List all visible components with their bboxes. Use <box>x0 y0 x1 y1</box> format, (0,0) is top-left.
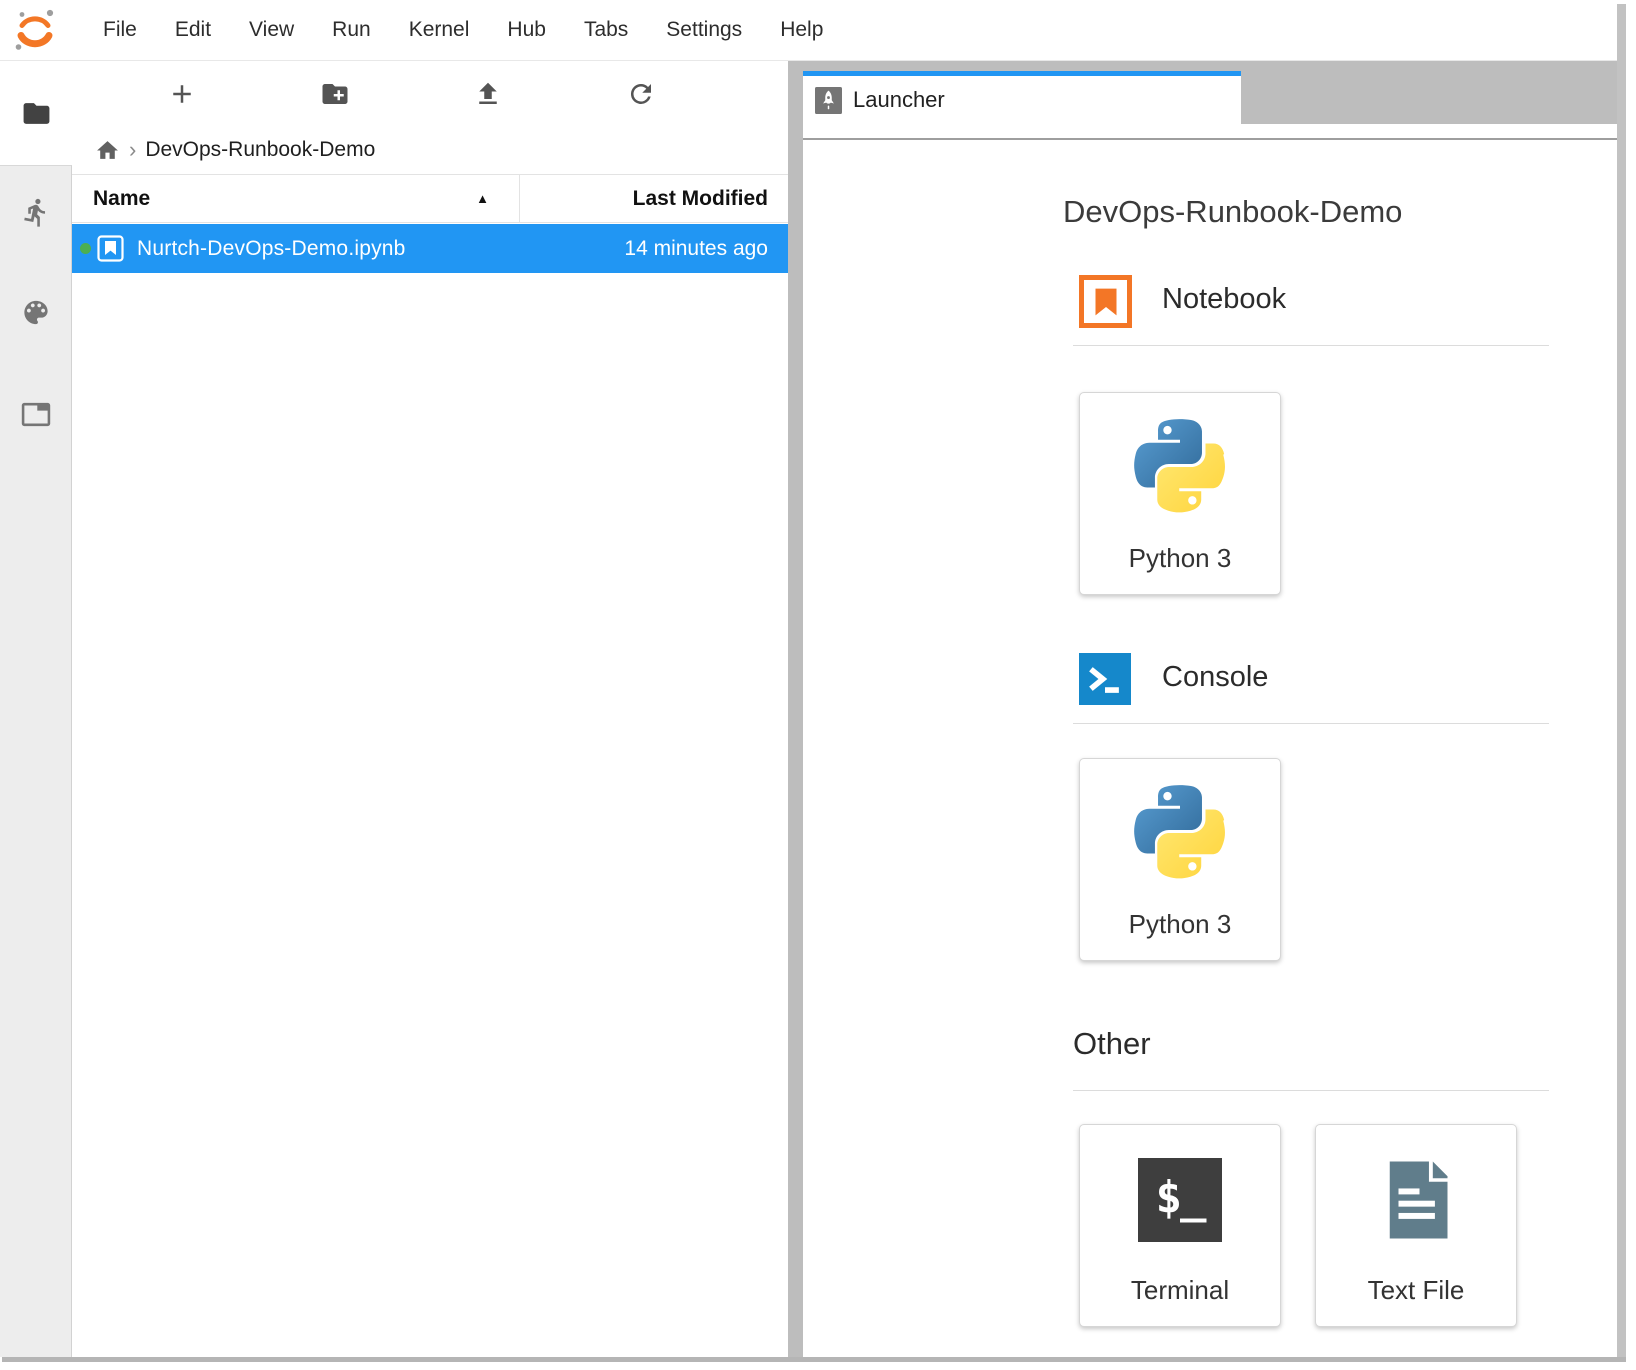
notebook-icon <box>1079 275 1132 328</box>
menu-items: File Edit View Run Kernel Hub Tabs Setti… <box>84 18 842 42</box>
menu-help[interactable]: Help <box>761 18 842 42</box>
console-icon <box>1079 653 1131 705</box>
menu-hub[interactable]: Hub <box>488 18 565 42</box>
upload-icon[interactable] <box>473 79 503 109</box>
launcher-rocket-icon <box>815 87 842 114</box>
python-logo-icon <box>1132 783 1229 880</box>
menu-tabs[interactable]: Tabs <box>565 18 647 42</box>
launcher-title: DevOps-Runbook-Demo <box>1063 194 1402 230</box>
terminal-icon: $_ <box>1138 1158 1222 1242</box>
tab-launcher-label: Launcher <box>853 87 945 113</box>
file-last-modified: 14 minutes ago <box>624 237 788 261</box>
new-folder-icon[interactable] <box>320 79 350 109</box>
activity-bar <box>0 165 72 1357</box>
launcher-card-terminal[interactable]: $_ Terminal <box>1079 1124 1281 1327</box>
section-divider <box>1073 723 1549 724</box>
card-label: Python 3 <box>1080 543 1280 574</box>
column-header-last-modified[interactable]: Last Modified <box>519 175 788 222</box>
tab-launcher[interactable]: Launcher <box>803 71 1241 124</box>
launcher-card-notebook-python3[interactable]: Python 3 <box>1079 392 1281 595</box>
launcher-card-text-file[interactable]: Text File <box>1315 1124 1517 1327</box>
notebook-file-icon <box>97 235 124 262</box>
text-file-icon <box>1374 1158 1458 1242</box>
tab-bar-bottom-strip <box>803 124 1617 140</box>
refresh-icon[interactable] <box>626 79 656 109</box>
menu-bar: File Edit View Run Kernel Hub Tabs Setti… <box>0 0 1617 61</box>
card-label: Text File <box>1316 1275 1516 1306</box>
kernel-running-dot <box>80 243 91 254</box>
new-launcher-plus-icon[interactable] <box>167 79 197 109</box>
file-list-header: Name ▲ Last Modified <box>72 174 788 223</box>
home-icon[interactable] <box>95 138 120 163</box>
section-label-console: Console <box>1162 661 1268 694</box>
menu-settings[interactable]: Settings <box>647 18 761 42</box>
breadcrumb-current-folder[interactable]: DevOps-Runbook-Demo <box>145 138 375 162</box>
python-logo-icon <box>1132 417 1229 514</box>
file-browser-toolbar <box>72 61 788 127</box>
main-dock: Launcher DevOps-Runbook-Demo Notebook Py… <box>788 61 1617 1357</box>
tabs-icon[interactable] <box>20 399 51 430</box>
folder-icon <box>21 98 52 129</box>
menu-file[interactable]: File <box>84 18 156 42</box>
window-bottom-border <box>2 1357 1626 1362</box>
card-label: Python 3 <box>1080 909 1280 940</box>
section-divider <box>1073 345 1549 346</box>
column-header-name[interactable]: Name ▲ <box>72 175 519 222</box>
file-browser-panel: › DevOps-Runbook-Demo Name ▲ Last Modifi… <box>72 61 788 1357</box>
window-right-border <box>1617 4 1626 1362</box>
running-man-icon[interactable] <box>20 197 51 228</box>
file-name: Nurtch-DevOps-Demo.ipynb <box>137 237 406 261</box>
breadcrumb-separator: › <box>129 137 136 163</box>
sort-ascending-icon[interactable]: ▲ <box>476 191 489 206</box>
section-divider <box>1073 1090 1549 1091</box>
name-column-label: Name <box>93 187 150 211</box>
menu-kernel[interactable]: Kernel <box>390 18 489 42</box>
menu-view[interactable]: View <box>230 18 313 42</box>
terminal-glyph: $_ <box>1156 1172 1205 1229</box>
file-row-selected[interactable]: Nurtch-DevOps-Demo.ipynb 14 minutes ago <box>72 224 788 273</box>
menu-edit[interactable]: Edit <box>156 18 230 42</box>
last-modified-column-label: Last Modified <box>633 187 768 211</box>
card-label: Terminal <box>1080 1275 1280 1306</box>
launcher-panel: DevOps-Runbook-Demo Notebook Python 3 Co… <box>803 140 1617 1357</box>
menu-run[interactable]: Run <box>313 18 390 42</box>
sidebar-tab-files[interactable] <box>0 61 72 165</box>
jupyter-logo-icon <box>11 6 59 54</box>
palette-icon[interactable] <box>20 297 51 328</box>
breadcrumb: › DevOps-Runbook-Demo <box>72 128 788 172</box>
launcher-card-console-python3[interactable]: Python 3 <box>1079 758 1281 961</box>
section-label-notebook: Notebook <box>1162 283 1286 316</box>
section-label-other: Other <box>1073 1026 1151 1062</box>
